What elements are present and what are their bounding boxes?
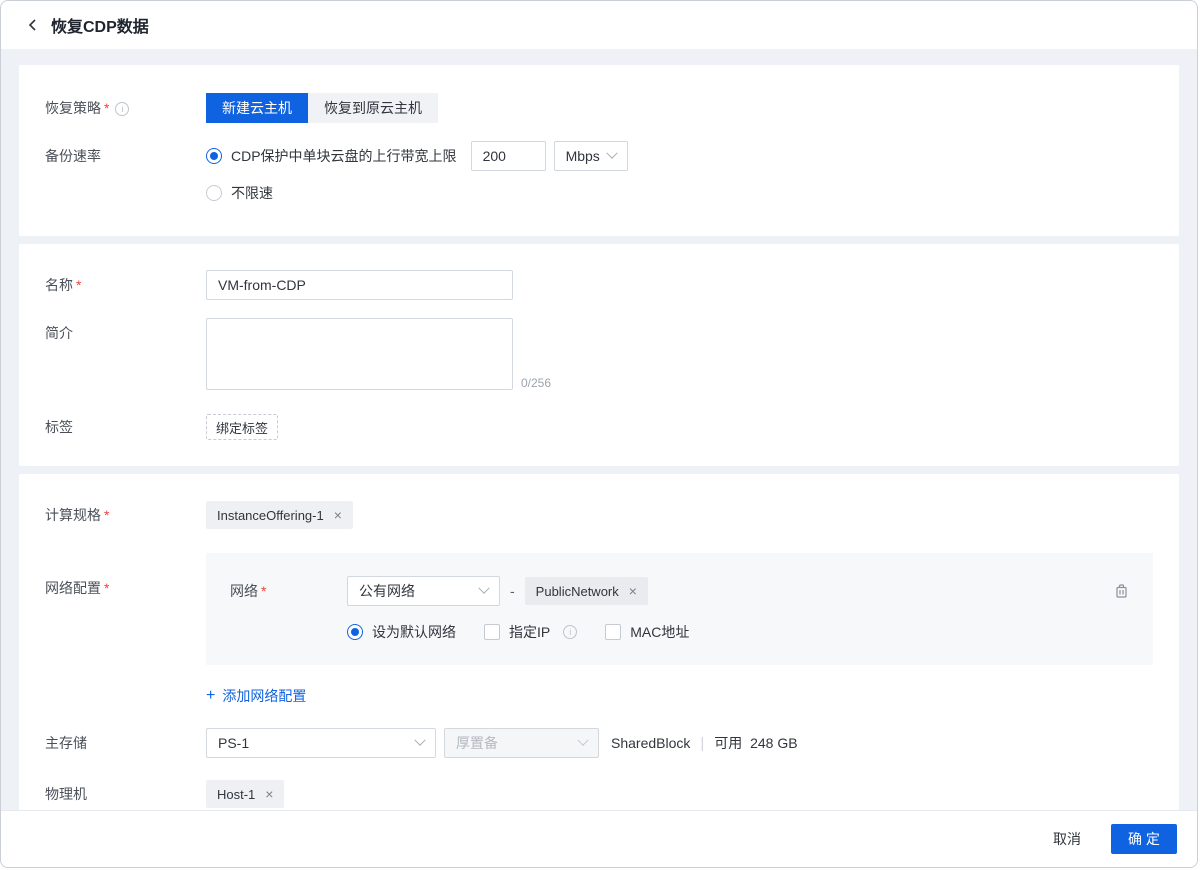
instance-offering-row: 计算规格* InstanceOffering-1 ×	[45, 501, 1153, 529]
description-label: 简介	[45, 318, 206, 348]
form-content: 恢复策略*i 新建云主机 恢复到原云主机 备份速率 CDP保护中单块云盘的上行带…	[1, 49, 1197, 810]
chevron-down-icon	[414, 735, 425, 746]
tag-label: 标签	[45, 414, 206, 440]
header: 恢复CDP数据	[1, 1, 1197, 49]
strategy-option-original-vm[interactable]: 恢复到原云主机	[308, 93, 438, 123]
default-network-radio[interactable]: 设为默认网络	[347, 622, 456, 642]
network-label: 网络*	[230, 581, 347, 601]
rate-unlimited-radio[interactable]: 不限速	[206, 183, 273, 203]
required-mark: *	[104, 507, 109, 523]
delete-network-button[interactable]	[1114, 583, 1129, 599]
backup-rate-row: 备份速率 CDP保护中单块云盘的上行带宽上限 200 Mbps	[45, 141, 1153, 208]
strategy-option-new-vm[interactable]: 新建云主机	[206, 93, 308, 123]
required-mark: *	[104, 100, 109, 116]
remove-tag-icon[interactable]: ×	[265, 787, 273, 801]
checkbox-icon	[605, 624, 621, 640]
required-mark: *	[104, 580, 109, 596]
radio-checked-icon	[347, 624, 363, 640]
primary-storage-label: 主存储	[45, 728, 206, 758]
network-panel: 网络* 公有网络 - PublicNetwork ×	[206, 553, 1153, 665]
confirm-button[interactable]: 确 定	[1111, 824, 1177, 854]
chevron-down-icon	[478, 583, 489, 594]
add-network-link[interactable]: + 添加网络配置	[206, 686, 306, 706]
instance-offering-label: 计算规格*	[45, 501, 206, 529]
network-type-select[interactable]: 公有网络	[347, 576, 500, 606]
provision-type-select: 厚置备	[444, 728, 599, 758]
available-value: 248 GB	[750, 735, 797, 751]
chevron-down-icon	[606, 148, 617, 159]
divider: |	[700, 735, 704, 752]
required-mark: *	[76, 277, 81, 293]
char-counter: 0/256	[521, 376, 551, 390]
remove-tag-icon[interactable]: ×	[629, 584, 637, 598]
available-label: 可用	[714, 735, 742, 751]
host-label: 物理机	[45, 780, 206, 808]
strategy-toggle: 新建云主机 恢复到原云主机	[206, 93, 438, 123]
primary-storage-select[interactable]: PS-1	[206, 728, 436, 758]
bind-tag-button[interactable]: 绑定标签	[206, 414, 278, 440]
mac-address-checkbox[interactable]: MAC地址	[605, 622, 689, 642]
strategy-row: 恢复策略*i 新建云主机 恢复到原云主机	[45, 93, 1153, 123]
name-label: 名称*	[45, 270, 206, 300]
radio-checked-icon	[206, 148, 222, 164]
backup-rate-label: 备份速率	[45, 141, 206, 171]
storage-info: SharedBlock | 可用 248 GB	[611, 733, 798, 753]
storage-type: SharedBlock	[611, 735, 690, 751]
specify-ip-checkbox[interactable]: 指定IPi	[484, 622, 577, 642]
host-tag: Host-1 ×	[206, 780, 284, 808]
tag-row: 标签 绑定标签	[45, 414, 1153, 440]
description-row: 简介 0/256	[45, 318, 1153, 390]
footer: 取消 确 定	[1, 810, 1197, 867]
separator: -	[510, 583, 515, 599]
strategy-label: 恢复策略*i	[45, 93, 206, 123]
host-row: 物理机 Host-1 ×	[45, 780, 1153, 808]
name-input[interactable]: VM-from-CDP	[206, 270, 513, 300]
restore-cdp-dialog: 恢复CDP数据 恢复策略*i 新建云主机 恢复到原云主机 备份速率	[0, 0, 1198, 868]
back-icon[interactable]	[25, 17, 41, 33]
rate-limit-radio[interactable]: CDP保护中单块云盘的上行带宽上限	[206, 146, 457, 166]
plus-icon: +	[206, 688, 215, 704]
basic-info-card: 名称* VM-from-CDP 简介 0/256 标签 绑定标签	[19, 244, 1179, 466]
primary-storage-row: 主存储 PS-1 厚置备 SharedBlock | 可用 248 GB	[45, 728, 1153, 758]
network-config-label: 网络配置*	[45, 553, 206, 603]
info-icon[interactable]: i	[563, 625, 577, 639]
radio-unchecked-icon	[206, 185, 222, 201]
remove-tag-icon[interactable]: ×	[334, 508, 342, 522]
name-row: 名称* VM-from-CDP	[45, 270, 1153, 300]
trash-icon	[1114, 583, 1129, 599]
checkbox-icon	[484, 624, 500, 640]
network-config-row: 网络配置* 网络* 公有网络 -	[45, 553, 1153, 706]
compute-card: 计算规格* InstanceOffering-1 × 网络配置*	[19, 474, 1179, 810]
description-textarea[interactable]	[206, 318, 513, 390]
info-icon[interactable]: i	[115, 102, 129, 116]
strategy-card: 恢复策略*i 新建云主机 恢复到原云主机 备份速率 CDP保护中单块云盘的上行带…	[19, 65, 1179, 236]
instance-offering-tag: InstanceOffering-1 ×	[206, 501, 353, 529]
rate-unit-select[interactable]: Mbps	[554, 141, 628, 171]
cancel-button[interactable]: 取消	[1053, 829, 1081, 849]
network-tag: PublicNetwork ×	[525, 577, 648, 605]
chevron-down-icon	[577, 735, 588, 746]
rate-limit-input[interactable]: 200	[471, 141, 546, 171]
page-title: 恢复CDP数据	[51, 13, 149, 37]
required-mark: *	[261, 583, 266, 599]
